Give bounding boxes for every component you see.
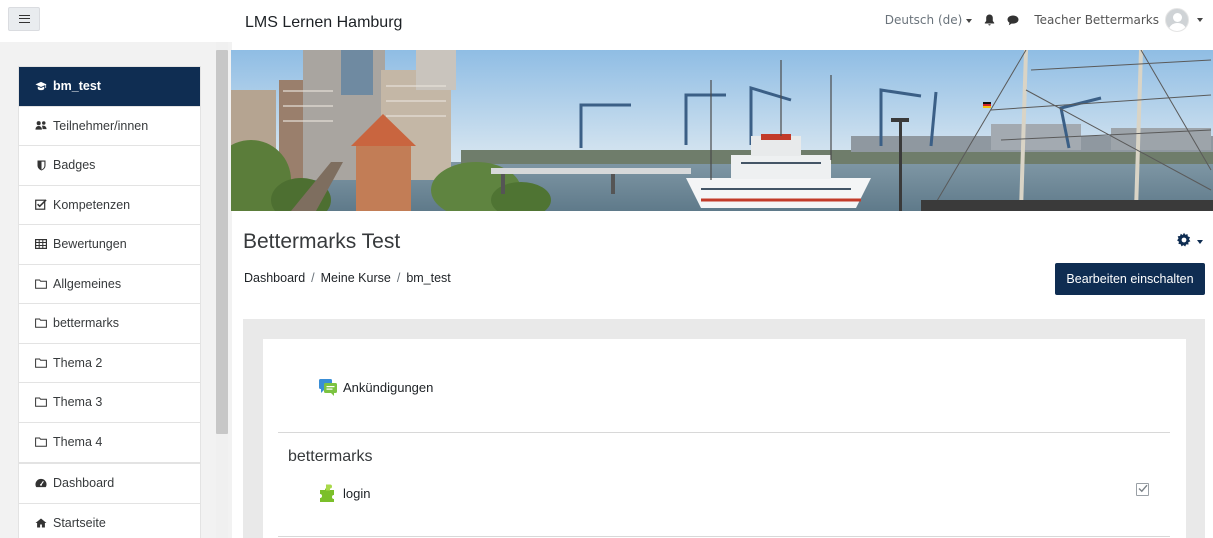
sidebar-item-bettermarks[interactable]: bettermarks [19,304,200,344]
site-name[interactable]: LMS Lernen Hamburg [245,14,402,32]
sidebar-item-bm-test[interactable]: bm_test [19,67,200,107]
breadcrumb: Dashboard / Meine Kurse / bm_test [244,271,451,285]
avatar[interactable] [1165,8,1189,32]
gear-icon [1176,232,1192,252]
sidebar-item-home[interactable]: Startseite [19,504,200,538]
hamburger-icon [18,15,30,23]
section-title: bettermarks [288,448,373,465]
table-icon [35,238,47,250]
top-navbar: LMS Lernen Hamburg Deutsch (de) Teacher … [0,0,1213,42]
checkbox-icon [35,199,47,211]
chat-bubble-icon[interactable] [1006,13,1020,27]
folder-icon [35,357,47,369]
folder-icon [35,396,47,408]
breadcrumb-separator: / [311,271,315,285]
course-header-image [231,50,1213,211]
sidebar-item-label: bettermarks [53,316,119,331]
sidebar-item-label: Startseite [53,516,106,531]
users-icon [35,120,47,132]
breadcrumb-course[interactable]: bm_test [406,271,450,285]
section-divider [278,536,1170,537]
home-icon [35,517,47,529]
completion-checkbox[interactable] [1136,483,1149,496]
sidebar-item-thema-4[interactable]: Thema 4 [19,423,200,463]
language-menu[interactable]: Deutsch (de) [885,13,973,27]
sidebar-item-label: Kompetenzen [53,197,131,212]
sidebar-item-label: Dashboard [53,476,115,491]
sidebar-item-label: Badges [53,158,96,173]
sidebar-item-thema-2[interactable]: Thema 2 [19,344,200,383]
announcements-activity[interactable]: Ankündigungen [318,378,433,396]
sidebar-item-label: Bewertungen [53,237,127,252]
drawer-toggle-button[interactable] [8,7,40,31]
shield-icon [35,159,47,171]
chevron-down-icon [966,18,973,23]
breadcrumb-dashboard[interactable]: Dashboard [244,271,305,285]
login-activity[interactable]: login [318,484,370,502]
sidebar-item-badges[interactable]: Badges [19,146,200,186]
course-content-card [263,339,1186,538]
announcements-link[interactable]: Ankündigungen [343,380,433,395]
login-link[interactable]: login [343,486,370,501]
sidebar-item-thema-3[interactable]: Thema 3 [19,383,200,423]
check-icon [1138,482,1148,497]
section-divider [278,432,1170,433]
chevron-down-icon [1197,240,1203,244]
nav-drawer: bm_test Teilnehmer/innen Badges Kompeten… [0,42,232,538]
navbar-right: Deutsch (de) Teacher Bettermarks [885,8,1203,32]
sidebar-item-grades[interactable]: Bewertungen [19,225,200,265]
user-name[interactable]: Teacher Bettermarks [1034,13,1159,27]
course-nav-list: bm_test Teilnehmer/innen Badges Kompeten… [18,66,201,463]
language-label: Deutsch (de) [884,13,963,27]
folder-icon [35,317,47,329]
graduation-cap-icon [35,80,47,92]
turn-editing-on-button[interactable]: Bearbeiten einschalten [1055,263,1205,295]
breadcrumb-separator: / [396,271,401,285]
sidebar-item-label: Thema 3 [53,395,103,410]
page-title: Bettermarks Test [243,230,401,253]
sidebar-item-label: Allgemeines [53,276,122,291]
folder-icon [35,278,47,290]
sidebar-item-label: bm_test [53,79,101,94]
dashboard-icon [35,477,47,489]
site-nav-list: Dashboard Startseite [18,463,201,538]
bell-icon[interactable] [982,13,996,27]
sidebar-item-competencies[interactable]: Kompetenzen [19,186,200,225]
sidebar-item-label: Thema 2 [53,355,103,370]
sidebar-item-participants[interactable]: Teilnehmer/innen [19,107,200,146]
sidebar-item-label: Thema 4 [53,435,103,450]
forum-icon [318,378,338,396]
sidebar-item-label: Teilnehmer/innen [53,118,149,133]
user-menu-chevron-icon[interactable] [1197,18,1203,22]
plugin-puzzle-icon [318,484,338,502]
breadcrumb-my-courses[interactable]: Meine Kurse [321,271,391,285]
folder-icon [35,436,47,448]
drawer-scrollbar-thumb[interactable] [216,50,228,434]
course-settings-menu[interactable] [1176,232,1204,252]
sidebar-item-dashboard[interactable]: Dashboard [19,464,200,504]
sidebar-item-general[interactable]: Allgemeines [19,265,200,304]
